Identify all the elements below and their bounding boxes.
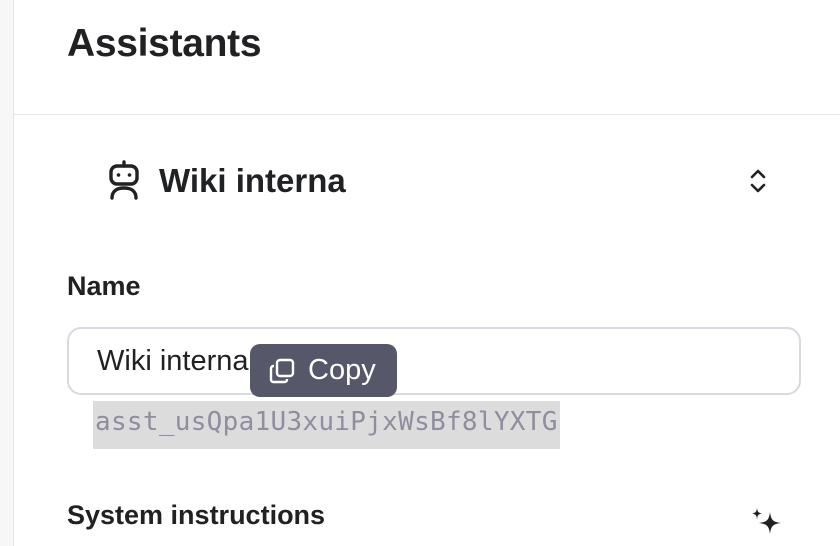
- sparkle-icon[interactable]: [748, 504, 786, 542]
- name-label: Name: [67, 271, 141, 301]
- copy-tooltip[interactable]: Copy: [250, 344, 397, 397]
- header-divider: [14, 114, 840, 115]
- page-title: Assistants: [67, 22, 262, 65]
- assistant-selector[interactable]: Wiki interna: [95, 150, 785, 214]
- name-input[interactable]: Wiki interna: [67, 327, 801, 395]
- robot-icon: [109, 160, 139, 200]
- assistant-name: Wiki interna: [159, 162, 346, 199]
- name-input-value: Wiki interna: [97, 345, 249, 377]
- system-instructions-label: System instructions: [67, 500, 326, 530]
- sidebar-edge: [0, 0, 14, 546]
- copy-label: Copy: [308, 354, 376, 386]
- copy-icon: [269, 358, 295, 384]
- assistant-id[interactable]: asst_usQpa1U3xuiPjxWsBf8lYXTG: [93, 401, 560, 449]
- chevron-up-down-icon: [750, 169, 766, 193]
